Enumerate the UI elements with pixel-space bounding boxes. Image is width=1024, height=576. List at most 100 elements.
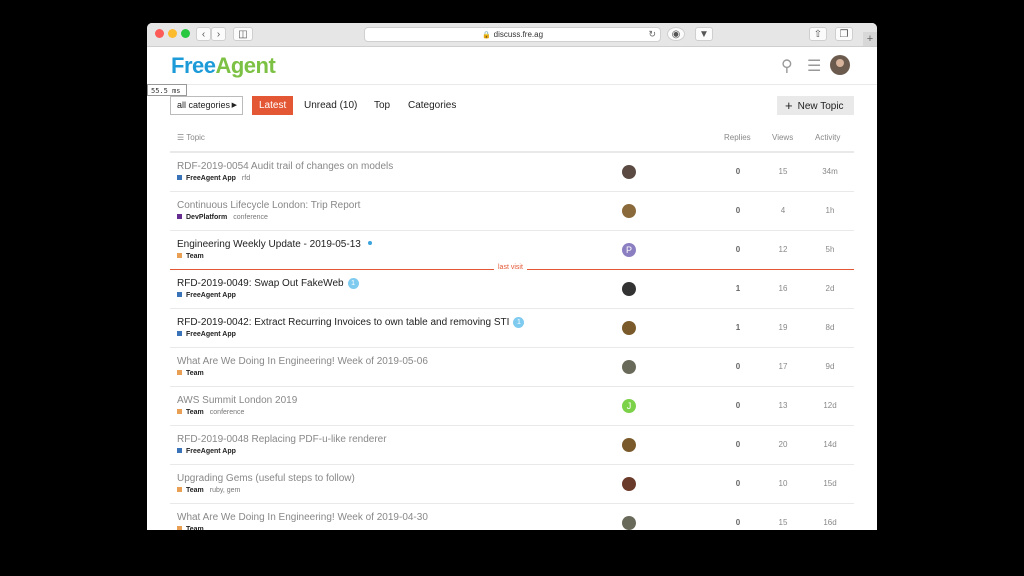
search-icon[interactable]: ⚲ <box>781 56 793 76</box>
topic-tags[interactable]: conference <box>233 214 268 221</box>
share-icon: ⇧ <box>813 29 823 40</box>
forward-button[interactable]: › <box>211 27 226 41</box>
activity-time[interactable]: 2d <box>815 284 845 293</box>
views-header[interactable]: Views <box>772 133 793 142</box>
category-color-swatch <box>177 175 182 180</box>
reply-count[interactable]: 0 <box>728 440 748 449</box>
reply-count[interactable]: 0 <box>728 206 748 215</box>
poster-avatar[interactable] <box>622 477 636 491</box>
replies-header[interactable]: Replies <box>724 133 751 142</box>
tab-latest[interactable]: Latest <box>252 96 294 115</box>
activity-time[interactable]: 34m <box>815 167 845 176</box>
poster-avatar[interactable] <box>622 516 636 530</box>
topic-title[interactable]: RFD-2019-0042: Extract Recurring Invoice… <box>177 317 525 328</box>
freeagent-logo[interactable]: FreeAgent <box>171 53 276 79</box>
topic-title[interactable]: RFD-2019-0049: Swap Out FakeWeb 1 <box>177 278 359 289</box>
category-link[interactable]: DevPlatform <box>186 214 227 221</box>
reply-count[interactable]: 0 <box>728 401 748 410</box>
pocket-icon: ▼ <box>699 29 709 40</box>
password-button[interactable]: ◉ <box>667 27 685 41</box>
table-row[interactable]: RFD-2019-0048 Replacing PDF-u-like rende… <box>170 426 854 465</box>
reply-count[interactable]: 0 <box>728 518 748 527</box>
tab-top[interactable]: Top <box>374 96 390 115</box>
tabs-button[interactable]: ❐ <box>835 27 853 41</box>
category-color-swatch <box>177 448 182 453</box>
topic-title[interactable]: RFD-2019-0048 Replacing PDF-u-like rende… <box>177 434 387 445</box>
table-row[interactable]: What Are We Doing In Engineering! Week o… <box>170 504 854 530</box>
sidebar-toggle-button[interactable]: ◫ <box>233 27 253 41</box>
category-dropdown[interactable]: all categories ▶ <box>170 96 243 115</box>
category-link[interactable]: Team <box>186 409 204 416</box>
category-link[interactable]: FreeAgent App <box>186 175 236 182</box>
table-row[interactable]: Continuous Lifecycle London: Trip Report… <box>170 192 854 231</box>
table-row[interactable]: RFD-2019-0042: Extract Recurring Invoice… <box>170 309 854 348</box>
category-link[interactable]: Team <box>186 487 204 494</box>
new-tab-button[interactable]: + <box>863 32 877 46</box>
close-window-button[interactable] <box>155 29 164 38</box>
new-posts-badge[interactable]: 1 <box>347 278 359 289</box>
back-button[interactable]: ‹ <box>196 27 211 41</box>
minimize-window-button[interactable] <box>168 29 177 38</box>
table-row[interactable]: What Are We Doing In Engineering! Week o… <box>170 348 854 387</box>
topic-title[interactable]: What Are We Doing In Engineering! Week o… <box>177 356 428 367</box>
zoom-window-button[interactable] <box>181 29 190 38</box>
activity-header[interactable]: Activity <box>815 133 840 142</box>
category-link[interactable]: FreeAgent App <box>186 292 236 299</box>
reply-count[interactable]: 0 <box>728 479 748 488</box>
tab-categories[interactable]: Categories <box>408 96 456 115</box>
poster-avatar[interactable] <box>622 321 636 335</box>
category-link[interactable]: FreeAgent App <box>186 331 236 338</box>
activity-time[interactable]: 16d <box>815 518 845 527</box>
topic-title-text: Engineering Weekly Update - 2019-05-13 <box>177 239 361 250</box>
user-avatar[interactable] <box>830 55 850 75</box>
poster-avatar[interactable]: J <box>622 399 636 413</box>
share-button[interactable]: ⇧ <box>809 27 827 41</box>
category-link[interactable]: Team <box>186 370 204 377</box>
topic-title[interactable]: Engineering Weekly Update - 2019-05-13 <box>177 239 372 250</box>
sidebar-icon: ◫ <box>238 29 248 40</box>
category-link[interactable]: FreeAgent App <box>186 448 236 455</box>
reply-count[interactable]: 1 <box>728 323 748 332</box>
table-row[interactable]: RFD-2019-0049: Swap Out FakeWeb 1 FreeAgen… <box>170 270 854 309</box>
reload-icon[interactable]: ↻ <box>648 28 656 41</box>
reply-count[interactable]: 0 <box>728 362 748 371</box>
topic-tags[interactable]: conference <box>210 409 245 416</box>
topic-title[interactable]: AWS Summit London 2019 <box>177 395 297 406</box>
topic-tags[interactable]: rfd <box>242 175 250 182</box>
topic-title[interactable]: RDF-2019-0054 Audit trail of changes on … <box>177 161 393 172</box>
topic-header[interactable]: ☰ Topic <box>177 133 205 142</box>
topic-title[interactable]: Upgrading Gems (useful steps to follow) <box>177 473 355 484</box>
table-row[interactable]: AWS Summit London 2019 Team conference J 0 13… <box>170 387 854 426</box>
activity-time[interactable]: 15d <box>815 479 845 488</box>
poster-avatar[interactable] <box>622 438 636 452</box>
reply-count[interactable]: 1 <box>728 284 748 293</box>
activity-time[interactable]: 5h <box>815 245 845 254</box>
reply-count[interactable]: 0 <box>728 245 748 254</box>
address-bar[interactable]: 🔒 discuss.fre.ag ↻ <box>364 27 661 42</box>
new-posts-badge[interactable]: 1 <box>513 317 525 328</box>
topic-header-label: Topic <box>186 133 205 142</box>
activity-time[interactable]: 1h <box>815 206 845 215</box>
activity-time[interactable]: 14d <box>815 440 845 449</box>
plus-icon: + <box>866 33 874 45</box>
topic-title[interactable]: What Are We Doing In Engineering! Week o… <box>177 512 428 523</box>
activity-time[interactable]: 12d <box>815 401 845 410</box>
activity-time[interactable]: 8d <box>815 323 845 332</box>
pocket-button[interactable]: ▼ <box>695 27 713 41</box>
poster-avatar[interactable] <box>622 282 636 296</box>
topic-title[interactable]: Continuous Lifecycle London: Trip Report <box>177 200 360 211</box>
table-row[interactable]: Upgrading Gems (useful steps to follow) T… <box>170 465 854 504</box>
poster-avatar[interactable] <box>622 204 636 218</box>
poster-avatar[interactable] <box>622 360 636 374</box>
poster-avatar[interactable]: P <box>622 243 636 257</box>
reply-count[interactable]: 0 <box>728 167 748 176</box>
tab-unread[interactable]: Unread (10) <box>304 96 357 115</box>
poster-avatar[interactable] <box>622 165 636 179</box>
activity-time[interactable]: 9d <box>815 362 845 371</box>
category-link[interactable]: Team <box>186 526 204 530</box>
table-row[interactable]: RDF-2019-0054 Audit trail of changes on … <box>170 153 854 192</box>
hamburger-menu-icon[interactable]: ☰ <box>807 56 821 76</box>
new-topic-button[interactable]: + New Topic <box>777 96 854 115</box>
category-link[interactable]: Team <box>186 253 204 260</box>
topic-tags[interactable]: ruby, gem <box>210 487 241 494</box>
